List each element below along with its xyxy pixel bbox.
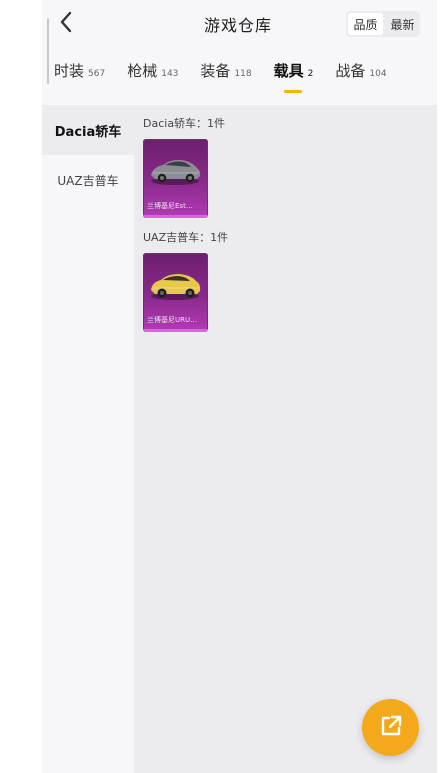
group-title-dacia: Dacia轿车：1件 bbox=[143, 117, 226, 130]
tab-count: 567 bbox=[88, 69, 106, 79]
sort-newest-button[interactable]: 最新 bbox=[385, 11, 420, 37]
tab-fashion[interactable]: 时装 567 bbox=[54, 60, 105, 81]
category-tabs: 时装 567 枪械 143 装备 118 载具 2 战备 104 bbox=[54, 60, 437, 100]
tab-equipment[interactable]: 装备 118 bbox=[200, 60, 251, 81]
tab-count: 2 bbox=[307, 69, 314, 79]
item-name: 兰博基尼URU… bbox=[147, 316, 198, 324]
tab-vehicles[interactable]: 载具 2 bbox=[273, 60, 314, 93]
tab-label: 时装 bbox=[54, 62, 85, 80]
tab-label: 枪械 bbox=[127, 62, 158, 80]
edge-divider bbox=[47, 18, 49, 84]
vehicle-type-sidebar: Dacia轿车 UAZ吉普车 bbox=[42, 105, 134, 773]
page-title: 游戏仓库 bbox=[203, 16, 272, 35]
sort-toggle: 品质 最新 bbox=[346, 11, 420, 37]
back-button[interactable] bbox=[54, 10, 78, 38]
tab-count: 118 bbox=[234, 69, 252, 79]
tab-label: 战备 bbox=[335, 62, 366, 80]
item-card-uaz-skin[interactable]: 兰博基尼URU… bbox=[143, 253, 208, 332]
group-title-uaz: UAZ吉普车：1件 bbox=[143, 231, 229, 244]
external-link-icon bbox=[378, 713, 404, 743]
rarity-bar bbox=[143, 329, 208, 332]
gray-sports-car-image bbox=[151, 159, 201, 185]
tab-label: 装备 bbox=[200, 62, 231, 80]
sort-quality-button[interactable]: 品质 bbox=[348, 13, 383, 35]
sidebar-item-uaz[interactable]: UAZ吉普车 bbox=[42, 155, 134, 205]
rarity-bar bbox=[143, 215, 208, 218]
chevron-left-icon bbox=[59, 11, 73, 37]
item-card-dacia-skin[interactable]: 兰博基尼Est… bbox=[143, 139, 208, 218]
yellow-suv-image bbox=[151, 274, 201, 300]
share-fab-button[interactable] bbox=[362, 699, 419, 756]
item-list: Dacia轿车：1件 兰博基尼Est… UAZ吉普车：1件 兰博基尼URU… bbox=[134, 105, 437, 773]
tab-guns[interactable]: 枪械 143 bbox=[127, 60, 178, 81]
sidebar-item-dacia[interactable]: Dacia轿车 bbox=[42, 105, 134, 155]
tab-count: 104 bbox=[369, 69, 387, 79]
screen: 游戏仓库 品质 最新 时装 567 枪械 143 装备 118 载具 2 战备 … bbox=[0, 0, 447, 773]
item-name: 兰博基尼Est… bbox=[147, 202, 193, 210]
tab-count: 143 bbox=[161, 69, 179, 79]
tab-label: 载具 bbox=[273, 62, 304, 80]
active-tab-indicator bbox=[283, 90, 302, 93]
tab-supplies[interactable]: 战备 104 bbox=[335, 60, 386, 81]
